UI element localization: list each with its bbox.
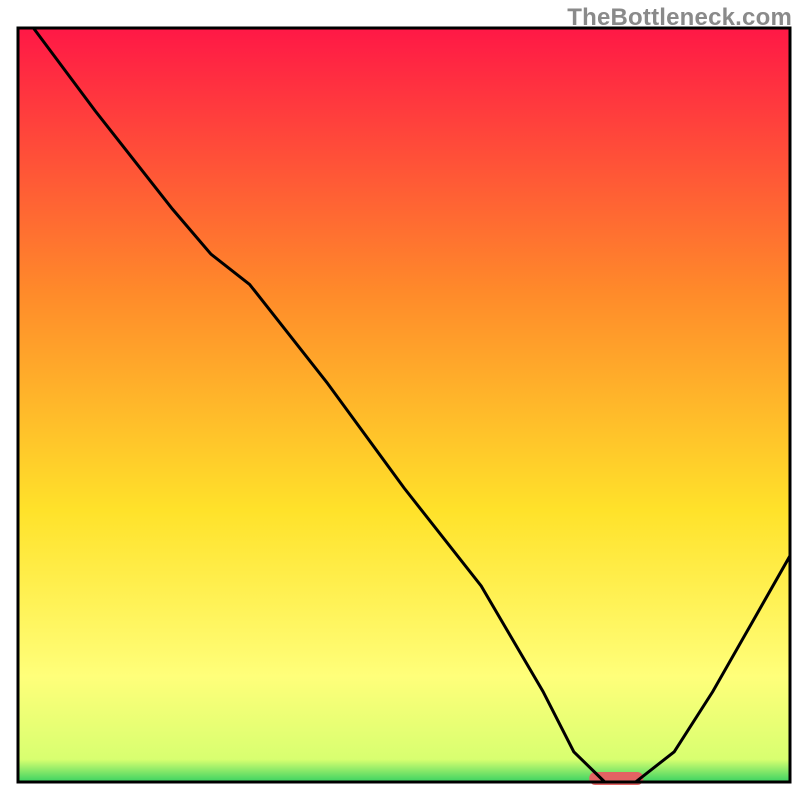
chart-container: TheBottleneck.com bbox=[0, 0, 800, 800]
gradient-background bbox=[18, 28, 790, 782]
watermark-text: TheBottleneck.com bbox=[567, 4, 792, 32]
plot-area bbox=[18, 28, 790, 785]
chart-svg bbox=[0, 0, 800, 800]
